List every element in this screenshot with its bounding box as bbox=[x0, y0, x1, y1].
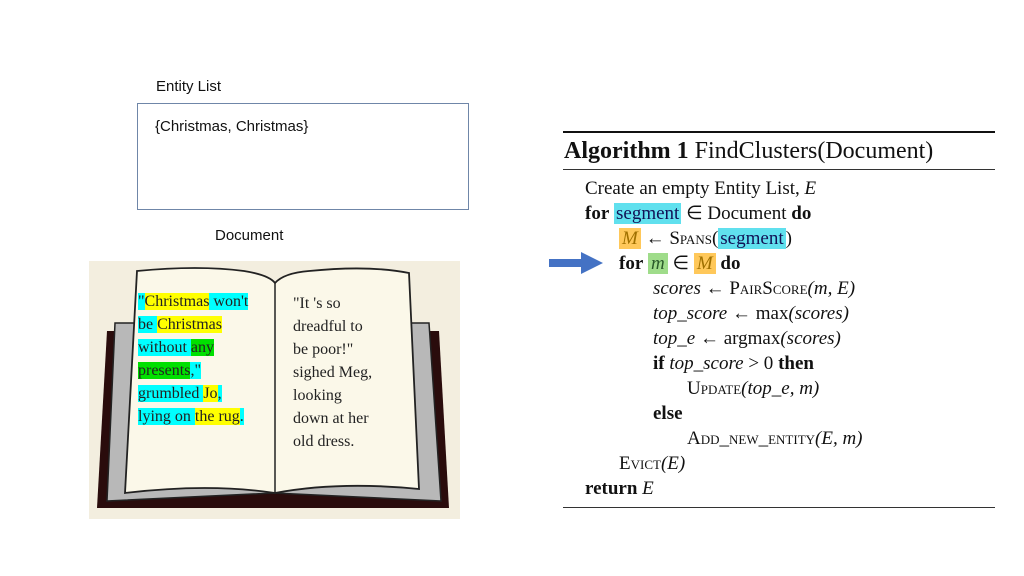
highlighted-span: Christmas bbox=[157, 316, 222, 333]
right-page-line: be poor!" bbox=[293, 341, 354, 358]
right-page-line: "It 's so bbox=[293, 295, 341, 312]
right-page-line: old dress. bbox=[293, 433, 355, 450]
algorithm-title: Algorithm 1 FindClusters(Document) bbox=[563, 133, 995, 169]
highlighted-span: lying on bbox=[138, 408, 195, 425]
highlighted-span: grumbled bbox=[138, 385, 204, 402]
algo-line-scores: scores ← PairScore(m, E) bbox=[653, 278, 856, 299]
algo-line-else: else bbox=[653, 403, 683, 424]
algo-line-top-e: top_e ← argmax(scores) bbox=[653, 328, 841, 349]
highlighted-span: any bbox=[190, 339, 214, 356]
left-page-line: grumbled Jo, bbox=[138, 382, 278, 405]
left-page-line: without any bbox=[138, 336, 278, 359]
right-page-text: "It 's so dreadful to be poor!" sighed Meg,… bbox=[293, 292, 393, 453]
highlighted-span: Christmas bbox=[144, 293, 210, 310]
algorithm-number: Algorithm 1 bbox=[564, 138, 689, 164]
algorithm-box: Algorithm 1 FindClusters(Document) Creat… bbox=[563, 131, 995, 508]
left-page-text: "Christmas won't be Christmas without any… bbox=[138, 290, 278, 428]
document-label: Document bbox=[215, 227, 284, 244]
highlighted-span: " bbox=[138, 293, 145, 310]
highlighted-span: . bbox=[239, 408, 244, 425]
highlighted-span: without bbox=[138, 339, 191, 356]
right-page-line: down at her bbox=[293, 410, 369, 427]
highlighted-span: ," bbox=[190, 362, 201, 379]
highlighted-span: be bbox=[138, 316, 158, 333]
algo-line-update: Update(top_e, m) bbox=[687, 378, 820, 399]
right-page-line: looking bbox=[293, 387, 342, 404]
algo-line-for-m: for m ∈ M do bbox=[619, 253, 741, 274]
algorithm-name: FindClusters(Document) bbox=[694, 138, 934, 164]
algo-line-spans: M ← Spans(segment) bbox=[563, 226, 995, 251]
entity-list-value: {Christmas, Christmas} bbox=[155, 118, 309, 135]
highlighted-span: won't bbox=[209, 293, 249, 310]
algo-line-return: return E bbox=[585, 478, 654, 499]
highlighted-span: presents bbox=[138, 362, 191, 379]
algorithm-bottom-rule bbox=[563, 507, 995, 508]
highlighted-span: the rug bbox=[194, 408, 240, 425]
algo-line-add-new: Add_new_entity(E, m) bbox=[687, 428, 863, 449]
highlighted-span: Jo bbox=[203, 385, 218, 402]
algo-line-create: Create an empty Entity List, E bbox=[585, 178, 817, 199]
left-page-line: lying on the rug. bbox=[138, 405, 278, 428]
left-page-line: be Christmas bbox=[138, 313, 278, 336]
algo-line-evict: Evict(E) bbox=[619, 453, 686, 474]
right-page-line: sighed Meg, bbox=[293, 364, 373, 381]
left-page-line: "Christmas won't bbox=[138, 290, 278, 313]
algo-line-for-segment: for segment ∈ Document do bbox=[585, 203, 812, 224]
entity-list-label: Entity List bbox=[156, 78, 222, 95]
entity-list-box: {Christmas, Christmas} bbox=[137, 103, 469, 210]
highlighted-span: , bbox=[217, 385, 222, 402]
right-page-line: dreadful to bbox=[293, 318, 363, 335]
algo-line-if: if top_score > 0 then bbox=[653, 353, 814, 374]
algo-line-top-score: top_score ← max(scores) bbox=[653, 303, 849, 324]
left-page-line: presents," bbox=[138, 359, 278, 382]
